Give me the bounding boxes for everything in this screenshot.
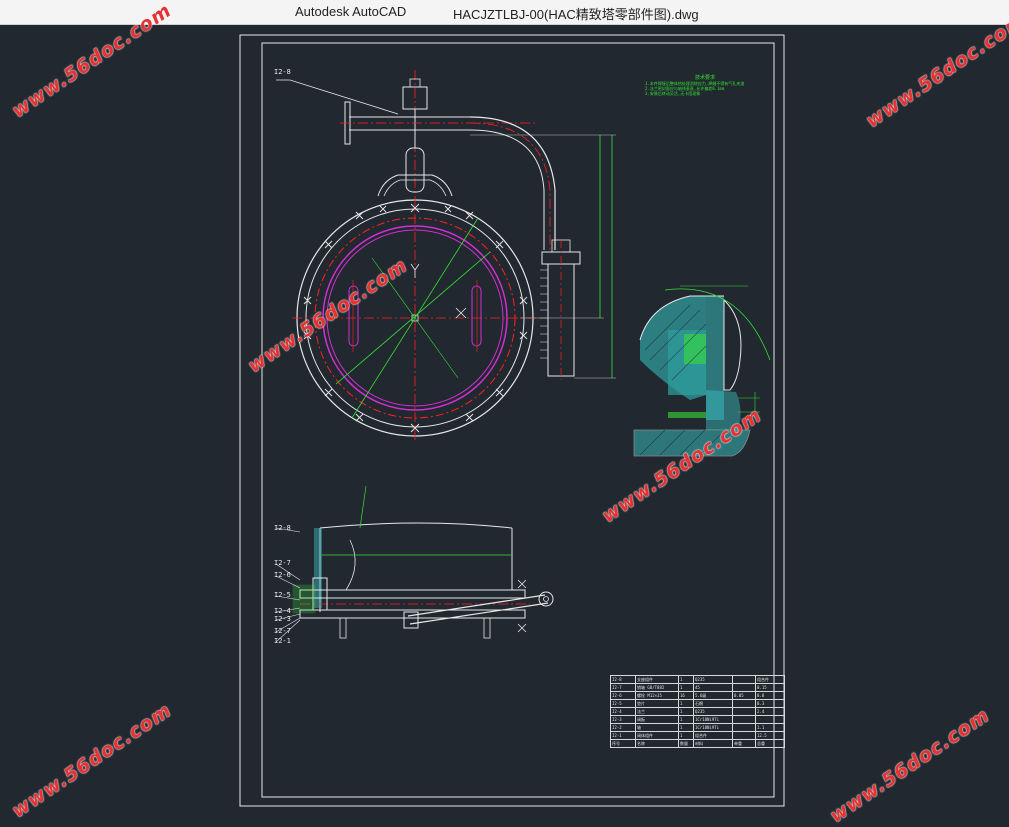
bom-table: I2-8 支座组件 1 Q235 组合件 I2-7 销轴 GB/T882 1 45 0.15 I2-… [610, 675, 785, 748]
technical-notes: 技术要求 1.本件焊接后整体热处理消除应力,焊缝不得有气孔夹渣 2.法兰密封面应… [645, 76, 765, 97]
bom-row: I2-8 支座组件 1 Q235 组合件 [610, 675, 785, 684]
bom-cell [755, 715, 785, 724]
bom-cell: 序号 [610, 739, 636, 748]
bom-cell: I2-5 [610, 699, 636, 708]
bom-cell: 0.05 [732, 691, 756, 700]
bom-cell: 1Cr18Ni9Ti [693, 715, 733, 724]
bom-cell: I2-6 [610, 691, 636, 700]
bom-cell: Q235 [693, 707, 733, 716]
bom-cell [732, 707, 756, 716]
drawing-canvas[interactable]: I2-8 I2-8 I2-7 I2-6 I2-5 I2-4 I2-3 I2-7 … [0, 0, 1009, 827]
bom-row: 序号 名称 数量 材料 单重 总重 [610, 739, 785, 748]
bom-row: I2-1 阀体组件 1 组合件 12.5 [610, 731, 785, 740]
bom-cell: 轴 [635, 723, 679, 732]
bom-cell [732, 723, 756, 732]
bom-cell: 1Cr18Ni9Ti [693, 723, 733, 732]
part-tag: I2-6 [274, 571, 291, 579]
bom-cell: 螺栓 M12×35 [635, 691, 679, 700]
note-line: 3.安装后转动灵活,无卡阻现象 [645, 91, 701, 96]
bom-cell: 单重 [732, 739, 756, 748]
bom-cell: 1 [678, 707, 694, 716]
bom-cell: 1 [678, 683, 694, 692]
bom-cell: 垫片 [635, 699, 679, 708]
bom-row: I2-3 阀板 1 1Cr18Ni9Ti [610, 715, 785, 724]
part-tag: I2-8 [274, 524, 291, 532]
bom-cell: 12.5 [755, 731, 785, 740]
bom-row: I2-4 法兰 1 Q235 2.4 [610, 707, 785, 716]
part-tag: I2-7 [274, 627, 291, 635]
bom-cell: 材料 [693, 739, 733, 748]
bom-cell: 名称 [635, 739, 679, 748]
bom-cell: 支座组件 [635, 675, 679, 684]
bom-cell: 0.8 [755, 691, 785, 700]
bom-cell: 组合件 [755, 675, 785, 684]
bom-cell: 总重 [755, 739, 785, 748]
bom-cell: 0.15 [755, 683, 785, 692]
bom-row: I2-2 轴 1 1Cr18Ni9Ti 1.1 [610, 723, 785, 732]
bom-cell: 2.4 [755, 707, 785, 716]
bom-cell: 16 [678, 691, 694, 700]
document-title: HACJZTLBJ-00(HAC精致塔零部件图).dwg [453, 7, 699, 22]
part-tag: I2-5 [274, 591, 291, 599]
bom-cell: 数量 [678, 739, 694, 748]
bom-cell: 0.3 [755, 699, 785, 708]
bom-cell: 法兰 [635, 707, 679, 716]
bom-cell [732, 715, 756, 724]
bom-cell: I2-1 [610, 731, 636, 740]
part-tag: I2-7 [274, 559, 291, 567]
bom-row: I2-7 销轴 GB/T882 1 45 0.15 [610, 683, 785, 692]
bom-cell: 阀体组件 [635, 731, 679, 740]
bom-cell: 石棉 [693, 699, 733, 708]
bom-cell: 组合件 [693, 731, 733, 740]
bom-cell: 1 [678, 675, 694, 684]
cad-drawing [239, 34, 785, 807]
bom-row: I2-5 垫片 1 石棉 0.3 [610, 699, 785, 708]
bom-cell: 1 [678, 731, 694, 740]
part-tag: I2-3 [274, 615, 291, 623]
bom-cell: 1.1 [755, 723, 785, 732]
bom-cell: Q235 [693, 675, 733, 684]
bom-cell: I2-7 [610, 683, 636, 692]
bom-cell: I2-2 [610, 723, 636, 732]
part-tag: I2-1 [274, 637, 291, 645]
bom-cell: I2-4 [610, 707, 636, 716]
bom-cell: 1 [678, 723, 694, 732]
bom-cell [732, 675, 756, 684]
part-tag: I2-4 [274, 607, 291, 615]
part-tag: I2-8 [274, 68, 291, 76]
bom-cell: 1 [678, 715, 694, 724]
bom-cell: 销轴 GB/T882 [635, 683, 679, 692]
bom-cell: 45 [693, 683, 733, 692]
bom-cell [732, 731, 756, 740]
bom-cell: 阀板 [635, 715, 679, 724]
side-view [275, 485, 554, 643]
bom-cell: 1 [678, 699, 694, 708]
app-title: Autodesk AutoCAD [295, 4, 407, 19]
bom-cell [732, 699, 756, 708]
bom-cell: I2-8 [610, 675, 636, 684]
bom-cell: 5.6级 [693, 691, 733, 700]
bom-cell: I2-3 [610, 715, 636, 724]
bom-cell [732, 683, 756, 692]
top-view [276, 70, 616, 440]
bom-row: I2-6 螺栓 M12×35 16 5.6级 0.05 0.8 [610, 691, 785, 700]
